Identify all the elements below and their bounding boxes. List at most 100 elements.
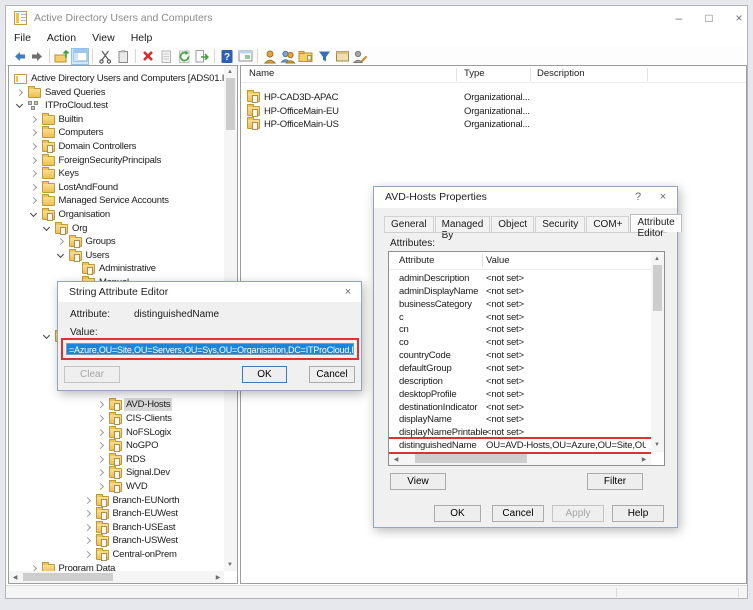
cut-icon[interactable] (96, 48, 114, 65)
tree-item-itprocloud-test[interactable]: ITProCloud.test (9, 99, 224, 113)
tree-item-label[interactable]: CIS-Clients (124, 412, 174, 425)
chevron-right-icon[interactable] (29, 184, 36, 191)
tree-item-domain-controllers[interactable]: Domain Controllers (9, 140, 224, 154)
tree-item-organisation[interactable]: Organisation (9, 208, 224, 222)
list-item-hp-officemain-us[interactable]: HP-OfficeMain-USOrganizational... (241, 118, 746, 132)
chevron-down-icon[interactable] (43, 224, 50, 231)
copy-icon[interactable] (114, 48, 132, 65)
tree-item-administrative[interactable]: Administrative (9, 262, 224, 276)
list-item-hp-cad3d-apac[interactable]: HP-CAD3D-APACOrganizational... (241, 91, 746, 105)
tree-item-cis-clients[interactable]: CIS-Clients (9, 412, 224, 426)
ok-button[interactable]: OK (434, 505, 481, 522)
tree-item-lostandfound[interactable]: LostAndFound (9, 181, 224, 195)
close-button[interactable]: × (726, 9, 752, 27)
scroll-down-icon[interactable]: ▼ (224, 560, 236, 570)
tree-item-label[interactable]: WVD (124, 480, 150, 493)
chevron-right-icon[interactable] (83, 497, 90, 504)
tree-item-label[interactable]: Saved Queries (43, 86, 107, 99)
clear-button[interactable]: Clear (64, 366, 120, 383)
cancel-button[interactable]: Cancel (309, 366, 355, 383)
column-separator[interactable] (647, 68, 648, 81)
column-header-type[interactable]: Type (464, 68, 485, 79)
attribute-row-desktopprofile[interactable]: desktopProfile<not set> (389, 388, 651, 401)
tree-item-label[interactable]: Active Directory Users and Computers [AD… (29, 72, 224, 85)
tree-item-central-onprem[interactable]: Central-onPrem (9, 548, 224, 562)
filter-icon[interactable] (315, 48, 333, 65)
item-name[interactable]: HP-OfficeMain-US (264, 119, 339, 130)
attribute-row-displaynameprintable[interactable]: displayNamePrintable<not set> (389, 426, 651, 439)
tree-item-branch-euwest[interactable]: Branch-EUWest (9, 507, 224, 521)
chevron-down-icon[interactable] (43, 332, 50, 339)
menu-help[interactable]: Help (123, 30, 161, 47)
column-separator[interactable] (482, 254, 483, 267)
tree-item-label[interactable]: Keys (57, 167, 81, 180)
tab-general[interactable]: General (384, 216, 434, 232)
tree-item-label[interactable]: Computers (57, 126, 106, 139)
tree-item-users[interactable]: Users (9, 249, 224, 263)
chevron-down-icon[interactable] (16, 101, 23, 108)
tree-item-branch-eunorth[interactable]: Branch-EUNorth (9, 494, 224, 508)
menu-action[interactable]: Action (39, 30, 84, 47)
tree-item-managed-service-accounts[interactable]: Managed Service Accounts (9, 194, 224, 208)
tab-attribute-editor[interactable]: Attribute Editor (630, 214, 681, 232)
tree-item-label[interactable]: Users (84, 249, 112, 262)
tree-item-nofslogix[interactable]: NoFSLogix (9, 426, 224, 440)
show-console-tree-icon[interactable] (71, 48, 89, 65)
chevron-right-icon[interactable] (29, 143, 36, 150)
attribute-row-businesscategory[interactable]: businessCategory<not set> (389, 298, 651, 311)
apply-button[interactable]: Apply (552, 505, 604, 522)
attribute-row-destinationindicator[interactable]: destinationIndicator<not set> (389, 401, 651, 414)
delegate-icon[interactable] (351, 48, 369, 65)
tree-item-label[interactable]: Branch-EUWest (111, 507, 180, 520)
column-separator[interactable] (530, 68, 531, 81)
chevron-right-icon[interactable] (29, 129, 36, 136)
item-name[interactable]: HP-OfficeMain-EU (264, 106, 339, 117)
scrollbar-thumb[interactable] (653, 265, 662, 311)
tree-item-computers[interactable]: Computers (9, 126, 224, 140)
dialog-close-icon[interactable]: × (654, 190, 672, 205)
list-item-hp-officemain-eu[interactable]: HP-OfficeMain-EUOrganizational... (241, 105, 746, 119)
value-input[interactable]: =Azure,OU=Site,OU=Servers,OU=Sys,OU=Orga… (66, 343, 354, 355)
tree-item-label[interactable]: AVD-Hosts (124, 398, 172, 411)
chevron-right-icon[interactable] (97, 401, 104, 408)
tree-item-label[interactable]: Organisation (57, 208, 112, 221)
new-group-icon[interactable] (279, 48, 297, 65)
tree-item-foreignsecurityprincipals[interactable]: ForeignSecurityPrincipals (9, 154, 224, 168)
scrollbar-thumb[interactable] (415, 454, 527, 463)
tree-item-label[interactable]: Administrative (97, 262, 158, 275)
attribute-row-countrycode[interactable]: countryCode<not set> (389, 349, 651, 362)
scroll-right-icon[interactable]: ▶ (638, 455, 650, 465)
tree-item-program-data[interactable]: Program Data (9, 562, 224, 571)
minimize-button[interactable]: – (666, 9, 692, 27)
tab-managed-by[interactable]: Managed By (435, 216, 491, 232)
scroll-right-icon[interactable]: ▶ (212, 573, 224, 583)
chevron-right-icon[interactable] (83, 551, 90, 558)
tree-item-label[interactable]: ForeignSecurityPrincipals (57, 154, 164, 167)
attribute-row-description[interactable]: description<not set> (389, 375, 651, 388)
tab-security[interactable]: Security (535, 216, 585, 232)
chevron-right-icon[interactable] (29, 116, 36, 123)
help-button[interactable]: Help (612, 505, 664, 522)
chevron-right-icon[interactable] (56, 238, 63, 245)
back-icon[interactable] (10, 48, 28, 65)
attribute-row-defaultgroup[interactable]: defaultGroup<not set> (389, 362, 651, 375)
tree-item-label[interactable]: Central-onPrem (111, 548, 179, 561)
scroll-left-icon[interactable]: ◀ (9, 573, 21, 583)
tree-item-label[interactable]: Signal.Dev (124, 466, 172, 479)
column-header-attribute[interactable]: Attribute (399, 255, 434, 266)
refresh-icon[interactable] (175, 48, 193, 65)
properties-icon[interactable] (157, 48, 175, 65)
tree-item-groups[interactable]: Groups (9, 235, 224, 249)
attribute-row-co[interactable]: co<not set> (389, 336, 651, 349)
column-separator[interactable] (456, 68, 457, 81)
tree-item-label[interactable]: Builtin (57, 113, 85, 126)
chevron-right-icon[interactable] (97, 415, 104, 422)
chevron-right-icon[interactable] (16, 89, 23, 96)
tree-item-avd-hosts[interactable]: AVD-Hosts (9, 398, 224, 412)
tree-item-keys[interactable]: Keys (9, 167, 224, 181)
scroll-up-icon[interactable]: ▲ (651, 254, 663, 264)
scroll-left-icon[interactable]: ◀ (390, 455, 402, 465)
filter-button[interactable]: Filter (587, 473, 643, 490)
tree-item-nogpo[interactable]: NoGPO (9, 439, 224, 453)
menu-file[interactable]: File (6, 30, 39, 47)
